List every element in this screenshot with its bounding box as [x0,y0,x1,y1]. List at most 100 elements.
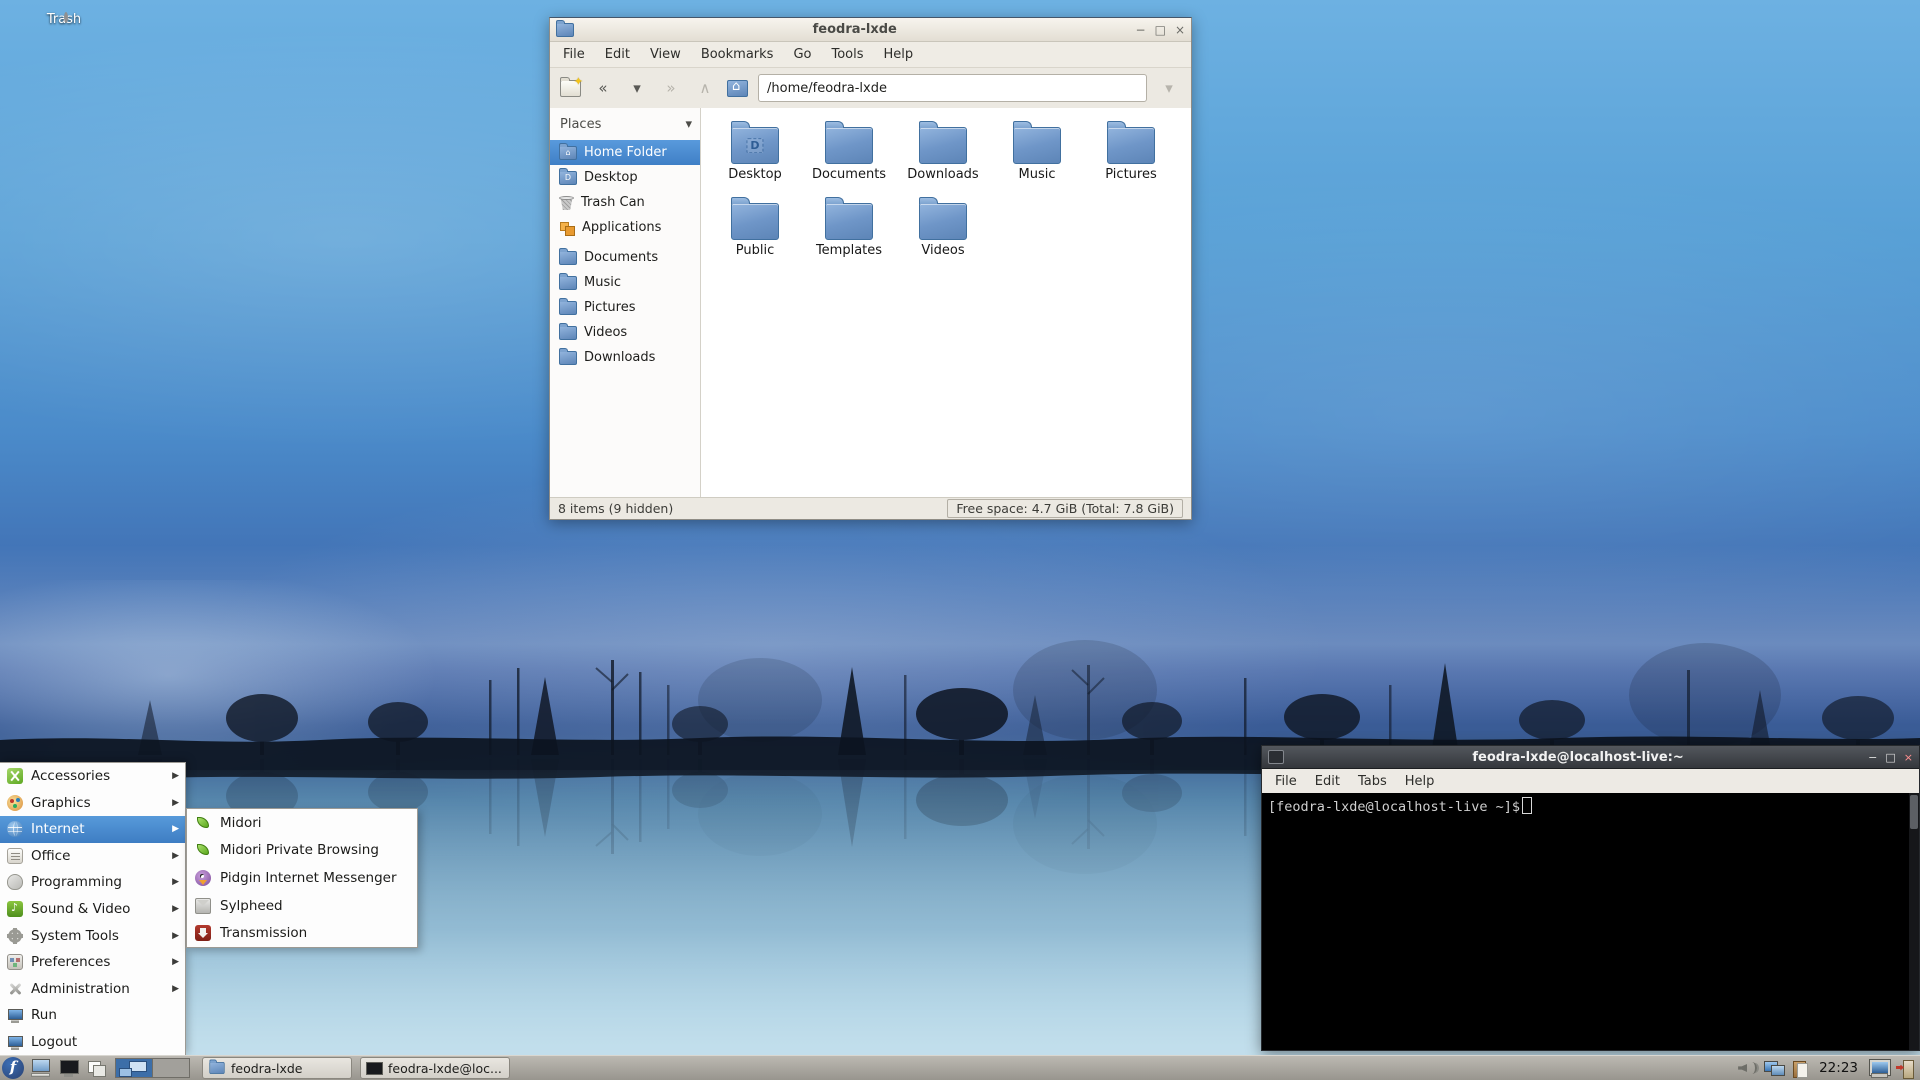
menu-help[interactable]: Help [1396,771,1444,792]
minimize-button[interactable]: − [1136,24,1146,36]
menu-item-logout[interactable]: Logout [0,1028,185,1055]
back-icon[interactable]: « [591,76,615,100]
menu-item-system-tools[interactable]: System Tools ▶ [0,922,185,949]
go-jump-icon[interactable]: ▾ [1157,76,1181,100]
terminal-scrollbar[interactable] [1909,793,1919,1050]
administration-tools-icon [7,981,23,997]
menu-file[interactable]: File [1266,771,1306,792]
sidebar-item-pictures[interactable]: Pictures [550,295,700,320]
folder-item-documents[interactable]: Documents [802,118,896,194]
history-dropdown-icon[interactable]: ▾ [625,76,649,100]
close-button[interactable]: × [1904,751,1913,764]
menu-help[interactable]: Help [875,44,923,65]
submenu-item-pidgin[interactable]: Pidgin Internet Messenger [187,864,417,892]
folder-icon: D [731,121,779,164]
menu-item-internet[interactable]: Internet ▶ [0,816,185,843]
file-manager-launcher-icon[interactable] [30,1058,52,1078]
system-tray: 22:23 [1737,1059,1920,1079]
up-icon[interactable]: ∧ [693,76,717,100]
submenu-item-sylpheed[interactable]: Sylpheed [187,892,417,920]
menu-item-accessories[interactable]: Accessories ▶ [0,763,185,790]
folder-icon [825,197,873,240]
folder-item-videos[interactable]: Videos [896,194,990,270]
forward-icon[interactable]: » [659,76,683,100]
internet-globe-icon [7,821,23,838]
menu-view[interactable]: View [641,44,690,65]
network-icon[interactable] [1763,1059,1786,1077]
submenu-item-transmission[interactable]: Transmission [187,919,417,947]
folder-icon [919,121,967,164]
sidebar-item-desktop[interactable]: D Desktop [550,165,700,190]
path-input[interactable] [758,74,1147,102]
fedora-logo-icon: f [9,1057,17,1076]
desktop-trash-icon[interactable]: Trash [36,10,92,27]
folder-icon [919,197,967,240]
places-collapse-icon[interactable]: ▾ [685,117,692,132]
volume-icon[interactable] [1737,1059,1758,1077]
submenu-arrow-icon: ▶ [172,824,179,835]
trash-can-icon [559,195,574,210]
submenu-arrow-icon: ▶ [172,904,179,914]
sylpheed-mail-icon [195,897,211,914]
new-tab-icon[interactable] [560,75,583,97]
menu-tools[interactable]: Tools [822,44,872,65]
menu-edit[interactable]: Edit [596,44,639,65]
menu-item-preferences[interactable]: Preferences ▶ [0,949,185,976]
folder-item-pictures[interactable]: Pictures [1084,118,1178,194]
sidebar-item-applications[interactable]: Applications [550,215,700,240]
submenu-item-midori[interactable]: Midori [187,809,417,837]
task-button-file-manager[interactable]: feodra-lxde [202,1057,352,1079]
terminal-title: feodra-lxde@localhost-live:~ [1472,749,1684,765]
folder-icon-view: D Desktop Documents Downloads Music Pict… [701,108,1191,497]
menu-bookmarks[interactable]: Bookmarks [692,44,783,65]
folder-item-downloads[interactable]: Downloads [896,118,990,194]
minimize-button[interactable]: − [1868,751,1877,764]
start-menu-button[interactable]: f [2,1057,24,1079]
folder-item-desktop[interactable]: D Desktop [708,118,802,194]
folder-item-music[interactable]: Music [990,118,1084,194]
workspace-1[interactable] [116,1059,152,1077]
menu-item-run[interactable]: Run [0,1002,185,1029]
menu-file[interactable]: File [554,44,594,65]
sidebar-item-trash-can[interactable]: Trash Can [550,190,700,215]
terminal-menubar: File Edit Tabs Help [1262,769,1919,794]
menu-edit[interactable]: Edit [1306,771,1349,792]
sidebar-item-home-folder[interactable]: ⌂ Home Folder [550,140,700,165]
sidebar-item-videos[interactable]: Videos [550,320,700,345]
free-space-indicator: Free space: 4.7 GiB (Total: 7.8 GiB) [947,499,1183,518]
applications-icon [559,221,575,236]
sidebar-item-downloads[interactable]: Downloads [550,345,700,370]
folder-item-templates[interactable]: Templates [802,194,896,270]
menu-item-programming[interactable]: Programming ▶ [0,869,185,896]
sidebar-item-music[interactable]: Music [550,270,700,295]
submenu-item-midori-private[interactable]: Midori Private Browsing [187,837,417,865]
workspace-2[interactable] [152,1059,189,1077]
maximize-button[interactable]: □ [1155,24,1166,36]
file-manager-titlebar[interactable]: feodra-lxde − □ × [550,18,1191,42]
menu-item-administration[interactable]: Administration ▶ [0,975,185,1002]
programming-icon [7,874,23,891]
file-manager-menubar: File Edit View Bookmarks Go Tools Help [550,42,1191,68]
folder-item-public[interactable]: Public [708,194,802,270]
menu-tabs[interactable]: Tabs [1349,771,1396,792]
menu-item-office[interactable]: Office ▶ [0,843,185,870]
show-desktop-icon[interactable] [86,1058,108,1078]
menu-item-sound-video[interactable]: Sound & Video ▶ [0,896,185,923]
clock[interactable]: 22:23 [1819,1060,1858,1076]
home-icon[interactable] [727,79,748,97]
close-button[interactable]: × [1175,24,1185,36]
terminal-content[interactable]: [feodra-lxde@localhost-live ~]$ [1262,793,1919,1050]
logout-icon[interactable] [1896,1059,1916,1079]
maximize-button[interactable]: □ [1885,751,1895,764]
lock-screen-icon[interactable] [1868,1059,1890,1078]
clipboard-icon[interactable] [1791,1059,1809,1078]
task-button-terminal[interactable]: feodra-lxde@loc... [360,1057,510,1079]
terminal-launcher-icon[interactable] [58,1058,80,1078]
scrollbar-thumb[interactable] [1910,795,1918,829]
sidebar-item-documents[interactable]: Documents [550,245,700,270]
terminal-titlebar[interactable]: feodra-lxde@localhost-live:~ − □ × [1262,746,1919,769]
submenu-arrow-icon: ▶ [172,797,179,808]
menu-go[interactable]: Go [784,44,820,65]
menu-item-graphics[interactable]: Graphics ▶ [0,790,185,817]
file-manager-statusbar: 8 items (9 hidden) Free space: 4.7 GiB (… [550,497,1191,519]
